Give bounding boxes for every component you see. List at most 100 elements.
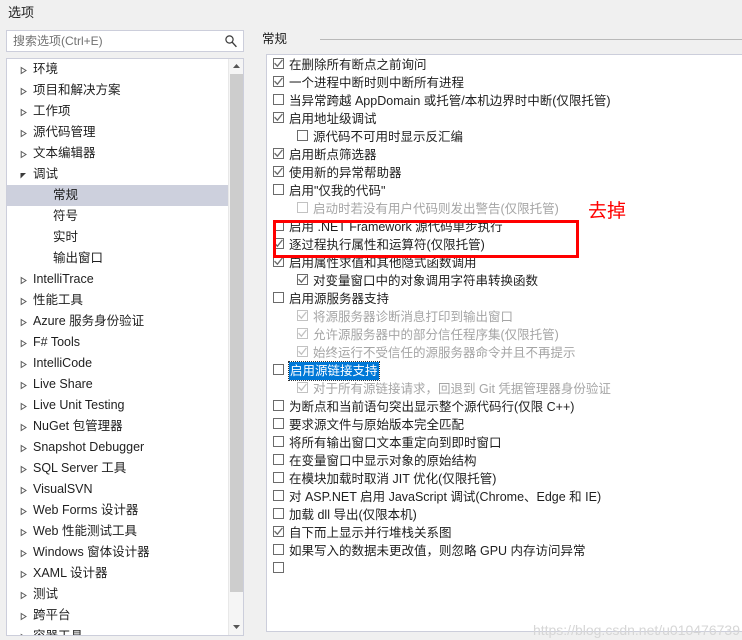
checkbox-unchecked[interactable]: [273, 508, 284, 519]
tree-item[interactable]: Snapshot Debugger: [7, 437, 228, 458]
chevron-right-icon[interactable]: [19, 626, 33, 635]
search-icon[interactable]: [224, 34, 238, 48]
option-row[interactable]: 在模块加载时取消 JIT 优化(仅限托管): [267, 469, 742, 487]
checkbox-checked[interactable]: [297, 346, 308, 357]
option-row[interactable]: 将源服务器诊断消息打印到输出窗口: [267, 307, 742, 325]
tree-item[interactable]: 常规: [7, 185, 228, 206]
option-row[interactable]: 允许源服务器中的部分信任程序集(仅限托管): [267, 325, 742, 343]
tree-scrollbar[interactable]: [228, 59, 243, 635]
chevron-right-icon[interactable]: [19, 101, 33, 122]
checkbox-unchecked[interactable]: [297, 130, 308, 141]
tree-item[interactable]: 项目和解决方案: [7, 80, 228, 101]
option-row[interactable]: 在变量窗口中显示对象的原始结构: [267, 451, 742, 469]
tree-item[interactable]: 环境: [7, 59, 228, 80]
chevron-right-icon[interactable]: [19, 416, 33, 437]
option-row[interactable]: 自下而上显示并行堆栈关系图: [267, 523, 742, 541]
option-row[interactable]: 逐过程执行属性和运算符(仅限托管): [267, 235, 742, 253]
checkbox-unchecked[interactable]: [273, 454, 284, 465]
checkbox-checked[interactable]: [273, 148, 284, 159]
checkbox-checked[interactable]: [273, 256, 284, 267]
option-row[interactable]: 在删除所有断点之前询问: [267, 55, 742, 73]
option-row[interactable]: 为断点和当前语句突出显示整个源代码行(仅限 C++): [267, 397, 742, 415]
tree-item[interactable]: 输出窗口: [7, 248, 228, 269]
option-row[interactable]: 对变量窗口中的对象调用字符串转换函数: [267, 271, 742, 289]
tree-item[interactable]: 符号: [7, 206, 228, 227]
tree-item[interactable]: Windows 窗体设计器: [7, 542, 228, 563]
tree-item[interactable]: IntelliTrace: [7, 269, 228, 290]
tree-item[interactable]: 性能工具: [7, 290, 228, 311]
option-row[interactable]: 对 ASP.NET 启用 JavaScript 调试(Chrome、Edge 和…: [267, 487, 742, 505]
checkbox-unchecked[interactable]: [273, 292, 284, 303]
checkbox-checked[interactable]: [273, 238, 284, 249]
checkbox-unchecked[interactable]: [273, 544, 284, 555]
chevron-right-icon[interactable]: [19, 500, 33, 521]
checkbox-unchecked[interactable]: [273, 436, 284, 447]
option-row[interactable]: 启用源服务器支持: [267, 289, 742, 307]
checkbox-unchecked[interactable]: [273, 418, 284, 429]
option-row[interactable]: 加载 dll 导出(仅限本机): [267, 505, 742, 523]
checkbox-unchecked[interactable]: [273, 184, 284, 195]
tree-item[interactable]: SQL Server 工具: [7, 458, 228, 479]
chevron-right-icon[interactable]: [19, 584, 33, 605]
option-row[interactable]: 启用属性求值和其他隐式函数调用: [267, 253, 742, 271]
tree-item[interactable]: IntelliCode: [7, 353, 228, 374]
tree-item[interactable]: 容器工具: [7, 626, 228, 635]
chevron-right-icon[interactable]: [19, 374, 33, 395]
tree-item[interactable]: 源代码管理: [7, 122, 228, 143]
tree-item[interactable]: F# Tools: [7, 332, 228, 353]
tree-item[interactable]: XAML 设计器: [7, 563, 228, 584]
chevron-right-icon[interactable]: [19, 353, 33, 374]
chevron-right-icon[interactable]: [19, 563, 33, 584]
chevron-right-icon[interactable]: [19, 80, 33, 101]
option-row[interactable]: 源代码不可用时显示反汇编: [267, 127, 742, 145]
option-row[interactable]: 要求源文件与原始版本完全匹配: [267, 415, 742, 433]
chevron-right-icon[interactable]: [19, 395, 33, 416]
checkbox-unchecked[interactable]: [297, 202, 308, 213]
checkbox-unchecked[interactable]: [273, 364, 284, 375]
tree-item[interactable]: Web 性能测试工具: [7, 521, 228, 542]
scroll-down-icon[interactable]: [229, 620, 243, 635]
option-row[interactable]: 将所有输出窗口文本重定向到即时窗口: [267, 433, 742, 451]
checkbox-checked[interactable]: [273, 166, 284, 177]
tree-item[interactable]: 测试: [7, 584, 228, 605]
option-row[interactable]: 启用 .NET Framework 源代码单步执行: [267, 217, 742, 235]
checkbox-checked[interactable]: [273, 76, 284, 87]
tree-item[interactable]: Live Share: [7, 374, 228, 395]
tree-item[interactable]: 工作项: [7, 101, 228, 122]
option-row[interactable]: 启用断点筛选器: [267, 145, 742, 163]
chevron-right-icon[interactable]: [19, 605, 33, 626]
option-row[interactable]: 使用新的异常帮助器: [267, 163, 742, 181]
option-row[interactable]: 对于所有源链接请求，回退到 Git 凭据管理器身份验证: [267, 379, 742, 397]
tree-scrollbar-thumb[interactable]: [230, 74, 243, 592]
checkbox-checked[interactable]: [297, 382, 308, 393]
option-row[interactable]: 启用源链接支持: [267, 360, 742, 381]
chevron-down-icon[interactable]: [19, 164, 33, 185]
checkbox-checked[interactable]: [273, 526, 284, 537]
checkbox-checked[interactable]: [297, 274, 308, 285]
chevron-right-icon[interactable]: [19, 542, 33, 563]
chevron-right-icon[interactable]: [19, 290, 33, 311]
option-row[interactable]: 启动时若没有用户代码则发出警告(仅限托管): [267, 199, 742, 217]
chevron-right-icon[interactable]: [19, 479, 33, 500]
options-tree-list[interactable]: 环境 项目和解决方案 工作项 源代码管理 文本编辑器 调试 常规 符号 实时 输出窗口 Intell…: [7, 59, 228, 635]
tree-item[interactable]: NuGet 包管理器: [7, 416, 228, 437]
option-row[interactable]: 一个进程中断时则中断所有进程: [267, 73, 742, 91]
checkbox-unchecked[interactable]: [273, 400, 284, 411]
checkbox-unchecked[interactable]: [273, 490, 284, 501]
option-row[interactable]: [267, 559, 742, 577]
tree-item[interactable]: 调试: [7, 164, 228, 185]
chevron-right-icon[interactable]: [19, 521, 33, 542]
option-row[interactable]: 当异常跨越 AppDomain 或托管/本机边界时中断(仅限托管): [267, 91, 742, 109]
tree-item[interactable]: VisualSVN: [7, 479, 228, 500]
tree-item[interactable]: 实时: [7, 227, 228, 248]
tree-item[interactable]: Azure 服务身份验证: [7, 311, 228, 332]
checkbox-checked[interactable]: [297, 328, 308, 339]
tree-item[interactable]: 跨平台: [7, 605, 228, 626]
option-row[interactable]: 启用地址级调试: [267, 109, 742, 127]
option-row[interactable]: 始终运行不受信任的源服务器命令并且不再提示: [267, 343, 742, 361]
checkbox-checked[interactable]: [297, 310, 308, 321]
checkbox-unchecked[interactable]: [273, 94, 284, 105]
tree-item[interactable]: Web Forms 设计器: [7, 500, 228, 521]
option-row[interactable]: 如果写入的数据未更改值，则忽略 GPU 内存访问异常: [267, 541, 742, 559]
chevron-right-icon[interactable]: [19, 332, 33, 353]
